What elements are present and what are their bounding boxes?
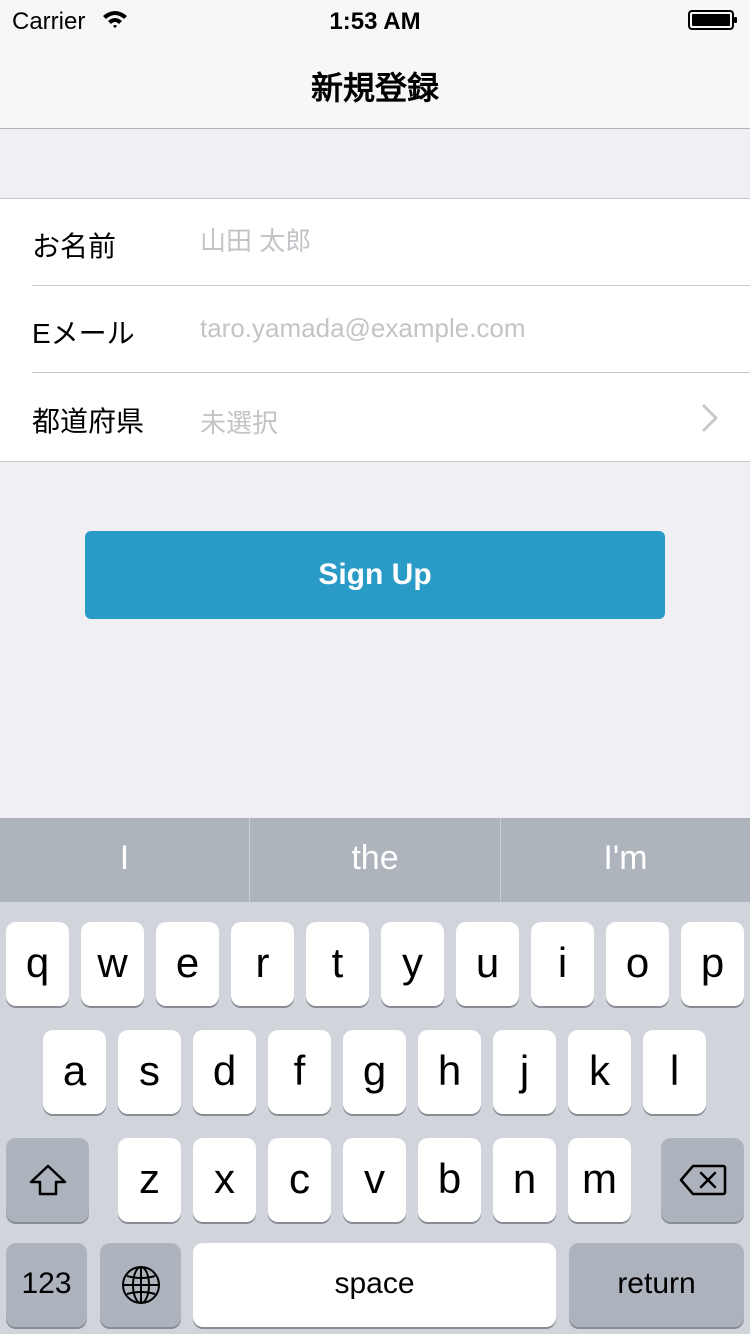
shift-key[interactable]: [6, 1138, 89, 1222]
sign-up-button[interactable]: Sign Up: [85, 531, 665, 619]
status-time: 1:53 AM: [329, 8, 421, 35]
key-z[interactable]: z: [118, 1138, 181, 1222]
globe-icon: [121, 1266, 160, 1304]
key-b[interactable]: b: [418, 1138, 481, 1222]
name-label: お名前: [32, 231, 117, 262]
email-input[interactable]: [200, 308, 700, 348]
key-o[interactable]: o: [606, 922, 669, 1006]
keyboard: I the I'm q w e r t y u i o p a s d f g …: [0, 818, 750, 1334]
key-v[interactable]: v: [343, 1138, 406, 1222]
battery-icon: [688, 10, 737, 30]
email-row: Eメール: [0, 286, 750, 373]
suggestion-bar: I the I'm: [0, 818, 750, 902]
key-a[interactable]: a: [43, 1030, 106, 1114]
status-bar: Carrier 1:53 AM: [0, 0, 750, 40]
key-l[interactable]: l: [643, 1030, 706, 1114]
suggestion-item[interactable]: the: [250, 818, 500, 902]
key-e[interactable]: e: [156, 922, 219, 1006]
prefecture-row[interactable]: 都道府県 未選択: [0, 374, 750, 461]
page-title: 新規登録: [310, 70, 439, 106]
key-t[interactable]: t: [306, 922, 369, 1006]
key-k[interactable]: k: [568, 1030, 631, 1114]
backspace-icon: [679, 1164, 726, 1196]
key-x[interactable]: x: [193, 1138, 256, 1222]
suggestion-item[interactable]: I'm: [501, 818, 750, 902]
name-row: お名前: [0, 199, 750, 286]
key-s[interactable]: s: [118, 1030, 181, 1114]
key-r[interactable]: r: [231, 922, 294, 1006]
key-f[interactable]: f: [268, 1030, 331, 1114]
key-n[interactable]: n: [493, 1138, 556, 1222]
key-g[interactable]: g: [343, 1030, 406, 1114]
email-label: Eメール: [32, 318, 135, 349]
prefecture-value: 未選択: [200, 408, 279, 438]
row-divider: [32, 372, 750, 373]
shift-icon: [29, 1164, 66, 1196]
backspace-key[interactable]: [661, 1138, 744, 1222]
key-w[interactable]: w: [81, 922, 144, 1006]
navigation-bar: 新規登録: [0, 40, 750, 129]
numbers-key[interactable]: 123: [6, 1243, 87, 1327]
key-j[interactable]: j: [493, 1030, 556, 1114]
name-input[interactable]: [200, 221, 700, 261]
prefecture-label: 都道府県: [32, 406, 145, 437]
key-m[interactable]: m: [568, 1138, 631, 1222]
return-key[interactable]: return: [569, 1243, 744, 1327]
globe-key[interactable]: [100, 1243, 181, 1327]
signup-form: お名前 Eメール 都道府県 未選択: [0, 198, 750, 462]
key-p[interactable]: p: [681, 922, 744, 1006]
key-c[interactable]: c: [268, 1138, 331, 1222]
suggestion-item[interactable]: I: [0, 818, 249, 902]
key-u[interactable]: u: [456, 922, 519, 1006]
space-key[interactable]: space: [193, 1243, 556, 1327]
key-d[interactable]: d: [193, 1030, 256, 1114]
key-i[interactable]: i: [531, 922, 594, 1006]
key-q[interactable]: q: [6, 922, 69, 1006]
key-y[interactable]: y: [381, 922, 444, 1006]
key-h[interactable]: h: [418, 1030, 481, 1114]
chevron-right-icon: [702, 404, 718, 432]
